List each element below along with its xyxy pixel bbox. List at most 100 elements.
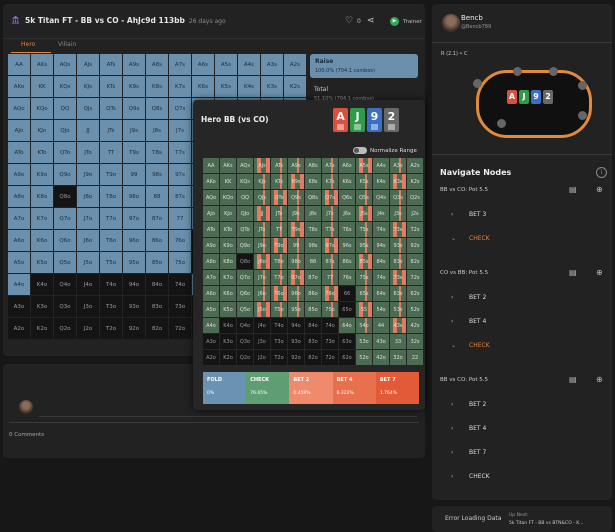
strategy-cell[interactable]: KJo	[220, 206, 236, 221]
range-cell[interactable]: A4o	[8, 274, 30, 295]
strategy-cell[interactable]: 53o	[356, 334, 372, 349]
range-cell[interactable]: 87s	[169, 186, 191, 207]
strategy-cell[interactable]: Q9o	[237, 238, 253, 253]
strategy-cell[interactable]: 62o	[339, 350, 355, 365]
strategy-cell[interactable]: QJs	[254, 190, 270, 205]
node-item[interactable]: ⌄ CHECK	[451, 235, 490, 242]
strategy-cell[interactable]: J8o	[254, 254, 270, 269]
strategy-cell[interactable]: J2s	[407, 206, 423, 221]
range-cell[interactable]: J7o	[77, 208, 99, 229]
range-cell[interactable]: 97s	[169, 164, 191, 185]
range-cell[interactable]: JJ	[77, 120, 99, 141]
strategy-cell[interactable]: T2s	[407, 222, 423, 237]
range-cell[interactable]: KK	[31, 76, 53, 97]
strategy-cell[interactable]: 87s	[322, 254, 338, 269]
range-cell[interactable]: 84o	[146, 274, 168, 295]
strategy-cell[interactable]: T9s	[288, 222, 304, 237]
strategy-cell[interactable]: JTo	[254, 222, 270, 237]
range-cell[interactable]: T9o	[100, 164, 122, 185]
range-cell[interactable]: K6o	[31, 230, 53, 251]
strategy-cell[interactable]: 53s	[390, 302, 406, 317]
strategy-cell[interactable]: T4s	[373, 222, 389, 237]
strategy-cell[interactable]: Q5o	[237, 302, 253, 317]
strategy-cell[interactable]: 65o	[339, 302, 355, 317]
strategy-cell[interactable]: Q6o	[237, 286, 253, 301]
strategy-cell[interactable]: 75o	[322, 302, 338, 317]
strategy-cell[interactable]: 83s	[390, 254, 406, 269]
range-cell[interactable]: T3o	[100, 296, 122, 317]
range-cell[interactable]: AKs	[31, 54, 53, 75]
strategy-cell[interactable]: 83o	[305, 334, 321, 349]
range-cell[interactable]: A2s	[284, 54, 306, 75]
node-item[interactable]: › BET 7	[451, 449, 486, 456]
strategy-cell[interactable]: ATo	[203, 222, 219, 237]
range-cell[interactable]: J7s	[169, 120, 191, 141]
node-item[interactable]: ⌄ CHECK	[451, 342, 490, 349]
add-icon[interactable]: ⊕	[596, 376, 604, 384]
strategy-cell[interactable]: Q9s	[288, 190, 304, 205]
strategy-cell[interactable]: A7s	[322, 158, 338, 173]
range-cell[interactable]: KJo	[31, 120, 53, 141]
strategy-cell[interactable]: 54o	[356, 318, 372, 333]
copy-icon[interactable]: ▤	[569, 376, 577, 384]
range-cell[interactable]: K9s	[123, 76, 145, 97]
range-cell[interactable]: A7o	[8, 208, 30, 229]
strategy-cell[interactable]: 52o	[356, 350, 372, 365]
strategy-cell[interactable]: J8s	[305, 206, 321, 221]
strategy-cell[interactable]: 72s	[407, 270, 423, 285]
strategy-cell[interactable]: A3o	[203, 334, 219, 349]
range-cell[interactable]: 85o	[146, 252, 168, 273]
range-cell[interactable]: KJs	[77, 76, 99, 97]
range-cell[interactable]: A9o	[8, 164, 30, 185]
range-cell[interactable]: KQo	[31, 98, 53, 119]
range-cell[interactable]: TT	[100, 142, 122, 163]
range-cell[interactable]: T9s	[123, 142, 145, 163]
strategy-cell[interactable]: 94s	[373, 238, 389, 253]
strategy-cell[interactable]: KQo	[220, 190, 236, 205]
range-cell[interactable]: QJs	[77, 98, 99, 119]
range-cell[interactable]: A5s	[215, 54, 237, 75]
strategy-cell[interactable]: 64s	[373, 286, 389, 301]
strategy-cell[interactable]: 42o	[373, 350, 389, 365]
strategy-cell[interactable]: 85s	[356, 254, 372, 269]
strategy-cell[interactable]: AKs	[220, 158, 236, 173]
strategy-cell[interactable]: Q7o	[237, 270, 253, 285]
strategy-cell[interactable]: 95o	[288, 302, 304, 317]
strategy-cell[interactable]: T6s	[339, 222, 355, 237]
range-cell[interactable]: K7s	[169, 76, 191, 97]
range-cell[interactable]: ATs	[100, 54, 122, 75]
strategy-cell[interactable]: K5s	[356, 174, 372, 189]
strategy-cell[interactable]: T4o	[271, 318, 287, 333]
node-item[interactable]: › BET 2	[451, 401, 486, 408]
range-cell[interactable]: KQs	[54, 76, 76, 97]
strategy-cell[interactable]: 82s	[407, 254, 423, 269]
strategy-cell[interactable]: A2s	[407, 158, 423, 173]
range-cell[interactable]: 98o	[123, 186, 145, 207]
range-cell[interactable]: JTs	[100, 120, 122, 141]
range-cell[interactable]: 99	[123, 164, 145, 185]
strategy-cell[interactable]: T5s	[356, 222, 372, 237]
strategy-cell[interactable]: AQs	[237, 158, 253, 173]
strategy-cell[interactable]: K3s	[390, 174, 406, 189]
strategy-cell[interactable]: KK	[220, 174, 236, 189]
range-cell[interactable]: T6o	[100, 230, 122, 251]
range-cell[interactable]: Q7s	[169, 98, 191, 119]
strategy-cell[interactable]: 97s	[322, 238, 338, 253]
range-cell[interactable]: A6o	[8, 230, 30, 251]
range-cell[interactable]: 73o	[169, 296, 191, 317]
range-cell[interactable]: 92o	[123, 318, 145, 339]
strategy-cell[interactable]: 73o	[322, 334, 338, 349]
range-cell[interactable]: ATo	[8, 142, 30, 163]
strategy-cell[interactable]: K4s	[373, 174, 389, 189]
strategy-cell[interactable]: A9o	[203, 238, 219, 253]
strategy-cell[interactable]: 98o	[288, 254, 304, 269]
range-cell[interactable]: K9o	[31, 164, 53, 185]
strategy-cell[interactable]: T7s	[322, 222, 338, 237]
strategy-cell[interactable]: J5o	[254, 302, 270, 317]
strategy-cell[interactable]: 92o	[288, 350, 304, 365]
strategy-cell[interactable]: KTo	[220, 222, 236, 237]
range-cell[interactable]: J4o	[77, 274, 99, 295]
strategy-cell[interactable]: 99	[288, 238, 304, 253]
range-cell[interactable]: Q9s	[123, 98, 145, 119]
strategy-cell[interactable]: K7o	[220, 270, 236, 285]
